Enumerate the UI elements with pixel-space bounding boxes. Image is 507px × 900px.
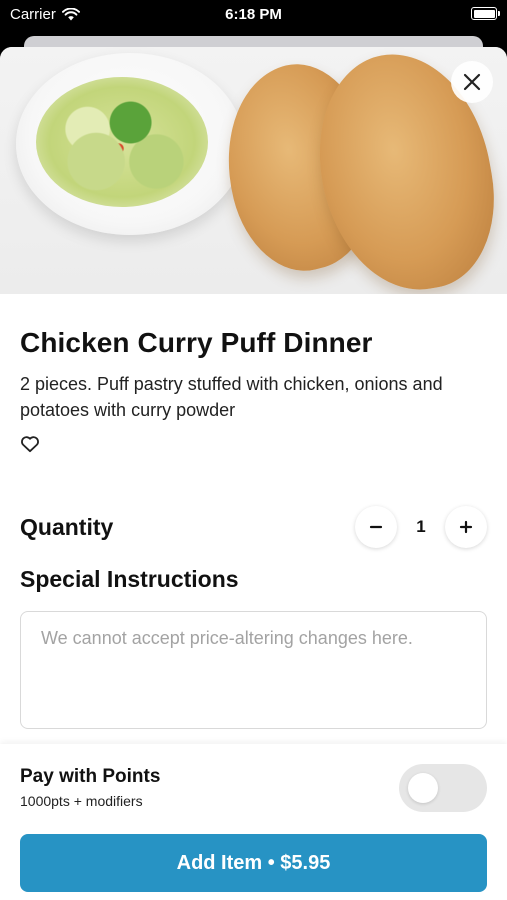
close-button[interactable] — [451, 61, 493, 103]
item-image — [0, 47, 507, 294]
status-bar: Carrier 6:18 PM — [0, 0, 507, 30]
quantity-label: Quantity — [20, 514, 114, 540]
item-detail-sheet: Chicken Curry Puff Dinner 2 pieces. Puff… — [0, 47, 507, 900]
pay-with-points-toggle[interactable] — [399, 764, 487, 812]
status-time: 6:18 PM — [225, 6, 282, 23]
special-instructions-label: Special Instructions — [20, 566, 239, 592]
bottom-bar: Pay with Points 1000pts + modifiers Add … — [0, 744, 507, 900]
heart-outline-icon[interactable] — [20, 435, 40, 453]
pay-with-points-label: Pay with Points — [20, 766, 161, 787]
quantity-stepper: 1 — [355, 506, 487, 548]
points-cost-label: 1000pts + modifiers — [20, 793, 143, 809]
quantity-value: 1 — [416, 517, 426, 536]
special-instructions-input[interactable] — [20, 611, 487, 729]
plus-icon — [459, 520, 473, 534]
increment-button[interactable] — [445, 506, 487, 548]
add-item-button[interactable]: Add Item • $5.95 — [20, 834, 487, 892]
item-description: 2 pieces. Puff pastry stuffed with chick… — [20, 374, 443, 420]
cucumber-salad-graphic — [36, 77, 208, 207]
toggle-knob — [408, 773, 438, 803]
item-content: Chicken Curry Puff Dinner 2 pieces. Puff… — [0, 327, 507, 734]
battery-icon — [471, 7, 500, 20]
item-title: Chicken Curry Puff Dinner — [20, 327, 373, 358]
close-icon — [463, 73, 481, 91]
minus-icon — [369, 525, 383, 529]
quantity-row: Quantity 1 — [20, 506, 487, 550]
decrement-button[interactable] — [355, 506, 397, 548]
